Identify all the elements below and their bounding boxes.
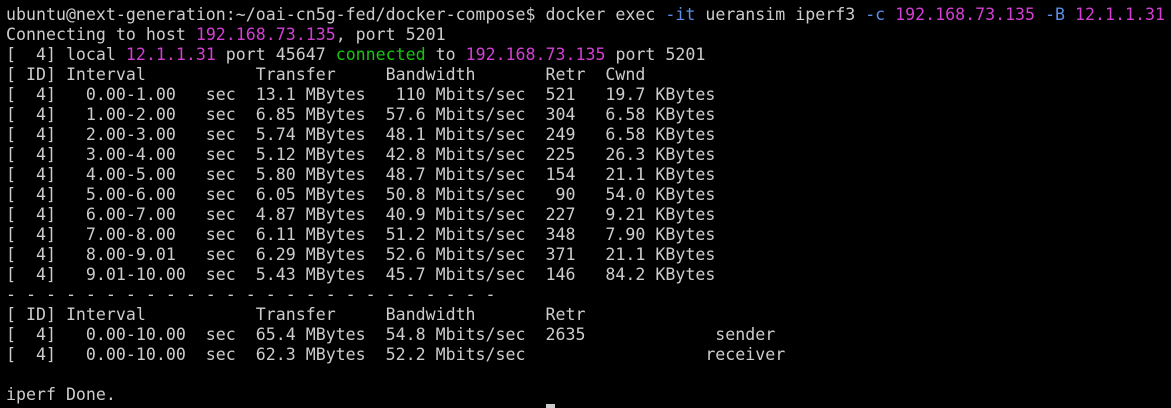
terminal-text-segment: [ 4] 3.00-4.00 sec 5.12 MBytes 42.8 Mbit…: [6, 145, 716, 164]
terminal-line: [ ID] Interval Transfer Bandwidth Retr: [6, 305, 1171, 325]
terminal-text-segment: ueransim iperf3: [695, 5, 866, 24]
terminal-text-segment: [ 4] 8.00-9.01 sec 6.29 MBytes 52.6 Mbit…: [6, 245, 716, 264]
terminal-text-segment: connected: [335, 45, 426, 64]
terminal-text-segment: [ 4] 4.00-5.00 sec 5.80 MBytes 48.7 Mbit…: [6, 165, 716, 184]
terminal-line: [ ID] Interval Transfer Bandwidth Retr C…: [6, 65, 1171, 85]
terminal-line: - - - - - - - - - - - - - - - - - - - - …: [6, 285, 1171, 305]
terminal-text-segment: [ 4] local: [6, 45, 126, 64]
terminal-text-segment: Connecting to host: [6, 25, 196, 44]
terminal-text-segment: [ ID] Interval Transfer Bandwidth Retr C…: [6, 65, 646, 84]
terminal-text-segment: 12.1.1.31: [125, 45, 216, 64]
terminal-text-segment: [ 4] 9.01-10.00 sec 5.43 MBytes 45.7 Mbi…: [6, 265, 716, 284]
terminal-line: [ 4] 2.00-3.00 sec 5.74 MBytes 48.1 Mbit…: [6, 125, 1171, 145]
terminal-text-segment: - - - - - - - - - - - - - - - - - - - - …: [6, 285, 496, 304]
terminal-output: ubuntu@next-generation:~/oai-cn5g-fed/do…: [0, 0, 1171, 405]
terminal-text-segment: 192.168.73.135: [895, 5, 1036, 24]
terminal-line: [ 4] 0.00-1.00 sec 13.1 MBytes 110 Mbits…: [6, 85, 1171, 105]
terminal-text-segment: [ 4] 2.00-3.00 sec 5.74 MBytes 48.1 Mbit…: [6, 125, 716, 144]
terminal-line: [ 4] 5.00-6.00 sec 6.05 MBytes 50.8 Mbit…: [6, 185, 1171, 205]
terminal-text-segment: ubuntu@next-generation:~/oai-cn5g-fed/do…: [6, 5, 666, 24]
terminal-text-segment: [ 4] 0.00-10.00 sec 62.3 MBytes 52.2 Mbi…: [6, 345, 786, 364]
terminal-text-segment: to: [425, 45, 466, 64]
terminal-line: [ 4] 6.00-7.00 sec 4.87 MBytes 40.9 Mbit…: [6, 205, 1171, 225]
terminal-line: [ 4] 9.01-10.00 sec 5.43 MBytes 45.7 Mbi…: [6, 265, 1171, 285]
terminal-text-segment: 192.168.73.135: [195, 25, 336, 44]
terminal-text-segment: [ 4] 6.00-7.00 sec 4.87 MBytes 40.9 Mbit…: [6, 205, 716, 224]
terminal-text-segment: , port 5201: [335, 25, 446, 44]
terminal-text-segment: [ ID] Interval Transfer Bandwidth Retr: [6, 305, 586, 324]
terminal-line: [ 4] local 12.1.1.31 port 45647 connecte…: [6, 45, 1171, 65]
terminal-text-segment: iperf Done.: [6, 385, 116, 404]
terminal-line: [ 4] 0.00-10.00 sec 62.3 MBytes 52.2 Mbi…: [6, 345, 1171, 365]
terminal-line: iperf Done.: [6, 385, 1171, 405]
terminal-line: [ 4] 3.00-4.00 sec 5.12 MBytes 42.8 Mbit…: [6, 145, 1171, 165]
terminal-line: [ 4] 4.00-5.00 sec 5.80 MBytes 48.7 Mbit…: [6, 165, 1171, 185]
terminal-text-segment: port 45647: [215, 45, 336, 64]
text-cursor: [546, 404, 555, 408]
terminal-text-segment: -it: [665, 5, 696, 24]
terminal-text-segment: 12.1.1.31: [1075, 5, 1165, 24]
terminal-window[interactable]: ubuntu@next-generation:~/oai-cn5g-fed/do…: [0, 0, 1171, 408]
terminal-line: ubuntu@next-generation:~/oai-cn5g-fed/do…: [6, 5, 1171, 25]
terminal-text-segment: [ 4] 0.00-1.00 sec 13.1 MBytes 110 Mbits…: [6, 85, 716, 104]
terminal-line: [ 4] 0.00-10.00 sec 65.4 MBytes 54.8 Mbi…: [6, 325, 1171, 345]
terminal-text-segment: [ 4] 0.00-10.00 sec 65.4 MBytes 54.8 Mbi…: [6, 325, 776, 344]
terminal-text-segment: 192.168.73.135: [465, 45, 606, 64]
terminal-line: [ 4] 1.00-2.00 sec 6.85 MBytes 57.6 Mbit…: [6, 105, 1171, 125]
terminal-text-segment: -B: [1045, 5, 1066, 24]
terminal-text-segment: [ 4] 1.00-2.00 sec 6.85 MBytes 57.6 Mbit…: [6, 105, 716, 124]
terminal-text-segment: [ 4] 5.00-6.00 sec 6.05 MBytes 50.8 Mbit…: [6, 185, 716, 204]
terminal-text-segment: [ 4] 7.00-8.00 sec 6.11 MBytes 51.2 Mbit…: [6, 225, 716, 244]
terminal-text-segment: port 5201: [605, 45, 706, 64]
terminal-line: [ 4] 8.00-9.01 sec 6.29 MBytes 52.6 Mbit…: [6, 245, 1171, 265]
terminal-line: [ 4] 7.00-8.00 sec 6.11 MBytes 51.2 Mbit…: [6, 225, 1171, 245]
terminal-line: Connecting to host 192.168.73.135, port …: [6, 25, 1171, 45]
terminal-text-segment: -c: [865, 5, 886, 24]
